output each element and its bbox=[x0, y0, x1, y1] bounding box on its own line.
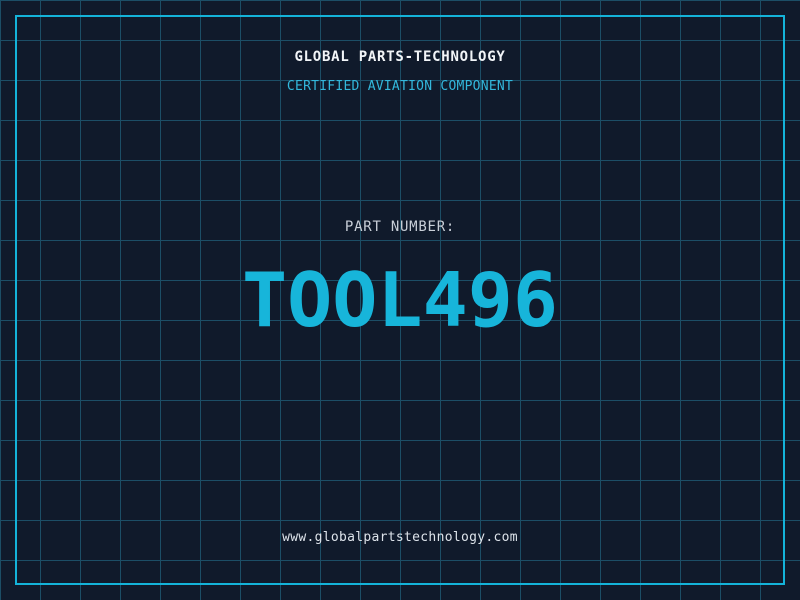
website-url: www.globalpartstechnology.com bbox=[0, 531, 800, 544]
company-name: GLOBAL PARTS-TECHNOLOGY bbox=[0, 50, 800, 64]
part-number-value: TOOL496 bbox=[0, 263, 800, 338]
part-certificate-card: GLOBAL PARTS-TECHNOLOGY CERTIFIED AVIATI… bbox=[0, 0, 800, 600]
part-number-label: PART NUMBER: bbox=[0, 220, 800, 234]
certification-tagline: CERTIFIED AVIATION COMPONENT bbox=[0, 80, 800, 93]
